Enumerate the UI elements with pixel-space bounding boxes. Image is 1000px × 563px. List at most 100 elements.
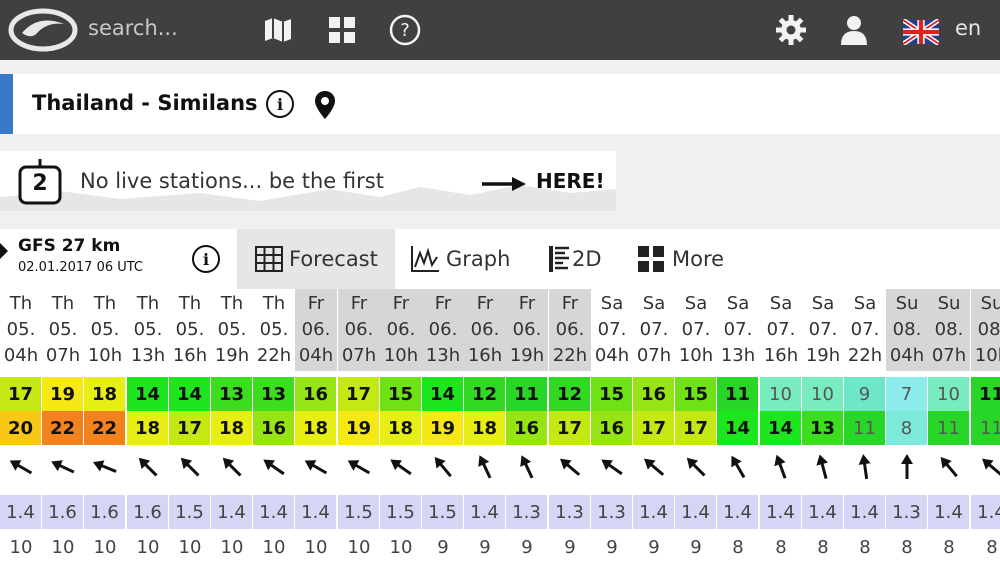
location-bar: Thailand - Similans i <box>0 74 1000 134</box>
wind-gust-cell: 17 <box>169 411 210 445</box>
graph-icon <box>411 246 439 272</box>
wind-gust-cell: 16 <box>591 411 632 445</box>
header-date: 05. <box>133 319 163 340</box>
wave-period-cell: 10 <box>178 536 202 558</box>
map-icon[interactable] <box>263 13 293 47</box>
column-header: Sa 07. 13h <box>717 289 759 371</box>
wind-gust-cell: 20 <box>0 411 41 445</box>
header-day: Sa <box>769 293 793 314</box>
header-date: 07. <box>597 319 627 340</box>
language-selector[interactable]: en <box>955 16 981 40</box>
live-stations-link[interactable]: HERE! <box>536 169 605 193</box>
wave-period-cell: 9 <box>690 536 702 558</box>
wind-gust-cell: 14 <box>760 411 801 445</box>
wave-height-cell: 1.5 <box>422 495 463 529</box>
wind-gust-cell: 19 <box>422 411 463 445</box>
2d-icon <box>549 246 569 272</box>
wave-height-cell: 1.4 <box>928 495 969 529</box>
model-info-icon[interactable]: i <box>192 245 220 273</box>
header-day: Fr <box>392 293 410 314</box>
column-header: Sa 07. 10h <box>675 289 717 371</box>
wind-gust-cell: 14 <box>717 411 758 445</box>
live-stations-message: No live stations... be the first <box>80 169 384 193</box>
wave-height-cell: 1.4 <box>211 495 252 529</box>
header-hour: 22h <box>847 345 883 366</box>
wind-direction-arrow-icon <box>253 447 295 487</box>
column-header: Fr 06. 22h <box>549 289 591 371</box>
location-pin-icon[interactable] <box>314 90 336 120</box>
wind-speed-cell: 10 <box>802 377 843 411</box>
model-name[interactable]: GFS 27 km <box>18 236 120 256</box>
wind-gust-cell: 11 <box>971 411 1000 445</box>
wind-direction-arrow-icon <box>84 447 126 487</box>
wave-height-cell: 1.4 <box>675 495 716 529</box>
column-header: Sa 07. 22h <box>844 289 886 371</box>
header-day: Th <box>220 293 244 314</box>
wave-height-cell: 1.5 <box>338 495 379 529</box>
header-hour: 22h <box>552 345 588 366</box>
wind-direction-arrow-icon <box>802 447 844 487</box>
column-header: Sa 07. 19h <box>802 289 844 371</box>
wave-period-cell: 10 <box>93 536 117 558</box>
wave-period-cell: 10 <box>262 536 286 558</box>
grid-icon[interactable] <box>328 13 356 47</box>
column-header: Fr 06. 10h <box>380 289 422 371</box>
location-info-icon[interactable]: i <box>266 90 294 118</box>
wind-speed-cell: 11 <box>971 377 1000 411</box>
user-icon[interactable] <box>838 13 870 47</box>
live-stations-banner[interactable]: 2 No live stations... be the first HERE! <box>0 151 616 211</box>
tab-2d[interactable]: 2D <box>548 229 628 289</box>
wave-height-cell: 1.4 <box>464 495 505 529</box>
wave-period-cell: 8 <box>901 536 913 558</box>
column-header: Th 05. 22h <box>253 289 295 371</box>
wind-speed-cell: 17 <box>338 377 379 411</box>
wind-direction-arrow-icon <box>506 447 548 487</box>
wind-gust-cell: 17 <box>549 411 590 445</box>
header-date: 06. <box>555 319 585 340</box>
header-day: Sa <box>853 293 877 314</box>
header-day: Fr <box>307 293 325 314</box>
windy-logo-icon[interactable] <box>8 6 78 54</box>
wind-speed-cell: 12 <box>464 377 505 411</box>
wind-speed-cell: 16 <box>633 377 674 411</box>
header-day: Su <box>980 293 1000 314</box>
column-header: Th 05. 04h <box>0 289 42 371</box>
wind-direction-arrow-icon <box>717 447 759 487</box>
wind-gust-cell: 8 <box>886 411 927 445</box>
wave-period-cell: 10 <box>389 536 413 558</box>
header-day: Fr <box>350 293 368 314</box>
wave-period-cell: 9 <box>437 536 449 558</box>
wave-period-cell: 9 <box>564 536 576 558</box>
uk-flag-icon[interactable] <box>903 19 939 45</box>
tab-forecast[interactable]: Forecast <box>237 229 395 289</box>
column-header: Fr 06. 16h <box>464 289 506 371</box>
column-header: Th 05. 07h <box>42 289 84 371</box>
header-date: 05. <box>6 319 36 340</box>
wind-gust-cell: 22 <box>42 411 83 445</box>
header-hour: 16h <box>467 345 503 366</box>
wave-period-cell: 10 <box>9 536 33 558</box>
search-input[interactable]: search... <box>88 16 178 40</box>
header-day: Sa <box>684 293 708 314</box>
header-day: Th <box>93 293 117 314</box>
header-hour: 04h <box>298 345 334 366</box>
gear-icon[interactable] <box>775 13 807 47</box>
wave-height-cell: 1.4 <box>971 495 1000 529</box>
tab-more[interactable]: More <box>638 229 748 289</box>
wave-height-cell: 1.4 <box>802 495 843 529</box>
wind-gust-cell: 13 <box>802 411 843 445</box>
header-hour: 10h <box>974 345 1000 366</box>
location-title: Thailand - Similans <box>32 91 258 115</box>
header-day: Su <box>895 293 919 314</box>
wave-height-cell: 1.4 <box>717 495 758 529</box>
tab-label: More <box>672 247 725 271</box>
column-header: Su 08. 07h <box>928 289 970 371</box>
wind-direction-arrow-icon <box>338 447 380 487</box>
header-day: Su <box>937 293 961 314</box>
header-hour: 22h <box>256 345 292 366</box>
wind-speed-cell: 13 <box>211 377 252 411</box>
help-icon[interactable]: ? <box>388 13 422 47</box>
model-arrow-icon[interactable] <box>0 243 8 259</box>
tab-graph[interactable]: Graph <box>410 229 530 289</box>
wind-gust-cell: 17 <box>633 411 674 445</box>
